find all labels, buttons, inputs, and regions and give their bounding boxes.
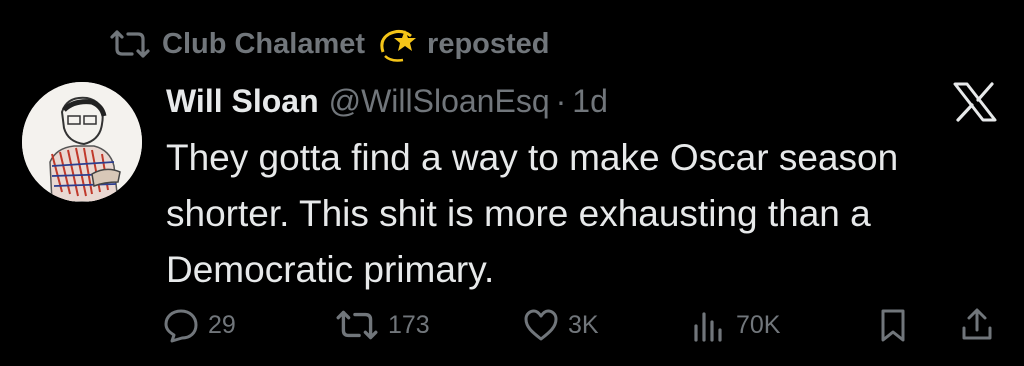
heart-icon bbox=[524, 309, 558, 341]
repost-icon bbox=[336, 310, 378, 340]
tweet-header: Will Sloan @WillSloanEsq · 1d bbox=[166, 78, 608, 124]
bookmark-button[interactable] bbox=[874, 300, 912, 350]
like-button[interactable]: 3K bbox=[522, 300, 599, 350]
reply-count: 29 bbox=[208, 310, 236, 339]
views-button[interactable]: 70K bbox=[690, 300, 780, 350]
x-logo-icon[interactable] bbox=[952, 82, 998, 122]
timestamp[interactable]: 1d bbox=[572, 83, 608, 120]
separator-dot: · bbox=[555, 82, 567, 119]
reposter-name[interactable]: Club Chalamet bbox=[162, 28, 365, 61]
avatar-drawing bbox=[22, 82, 142, 202]
repost-banner[interactable]: Club Chalamet reposted bbox=[108, 22, 550, 66]
reply-button[interactable]: 29 bbox=[162, 300, 236, 350]
views-chart-icon bbox=[694, 312, 722, 342]
dizzy-star-icon bbox=[380, 29, 417, 62]
author-handle[interactable]: @WillSloanEsq bbox=[329, 83, 550, 120]
views-count: 70K bbox=[736, 310, 781, 339]
share-icon bbox=[962, 308, 992, 340]
repost-icon bbox=[110, 30, 150, 58]
bookmark-icon bbox=[881, 309, 905, 342]
repost-count: 173 bbox=[388, 310, 430, 339]
repost-action-text: reposted bbox=[427, 27, 550, 60]
repost-button[interactable]: 173 bbox=[334, 300, 430, 350]
like-count: 3K bbox=[568, 310, 599, 339]
share-button[interactable] bbox=[958, 300, 996, 350]
avatar[interactable] bbox=[22, 82, 142, 202]
reply-icon bbox=[164, 309, 198, 343]
tweet-text: They gotta find a way to make Oscar seas… bbox=[166, 137, 899, 290]
author-name[interactable]: Will Sloan bbox=[166, 83, 319, 120]
action-bar: 29 173 3K 70K bbox=[162, 300, 1002, 350]
